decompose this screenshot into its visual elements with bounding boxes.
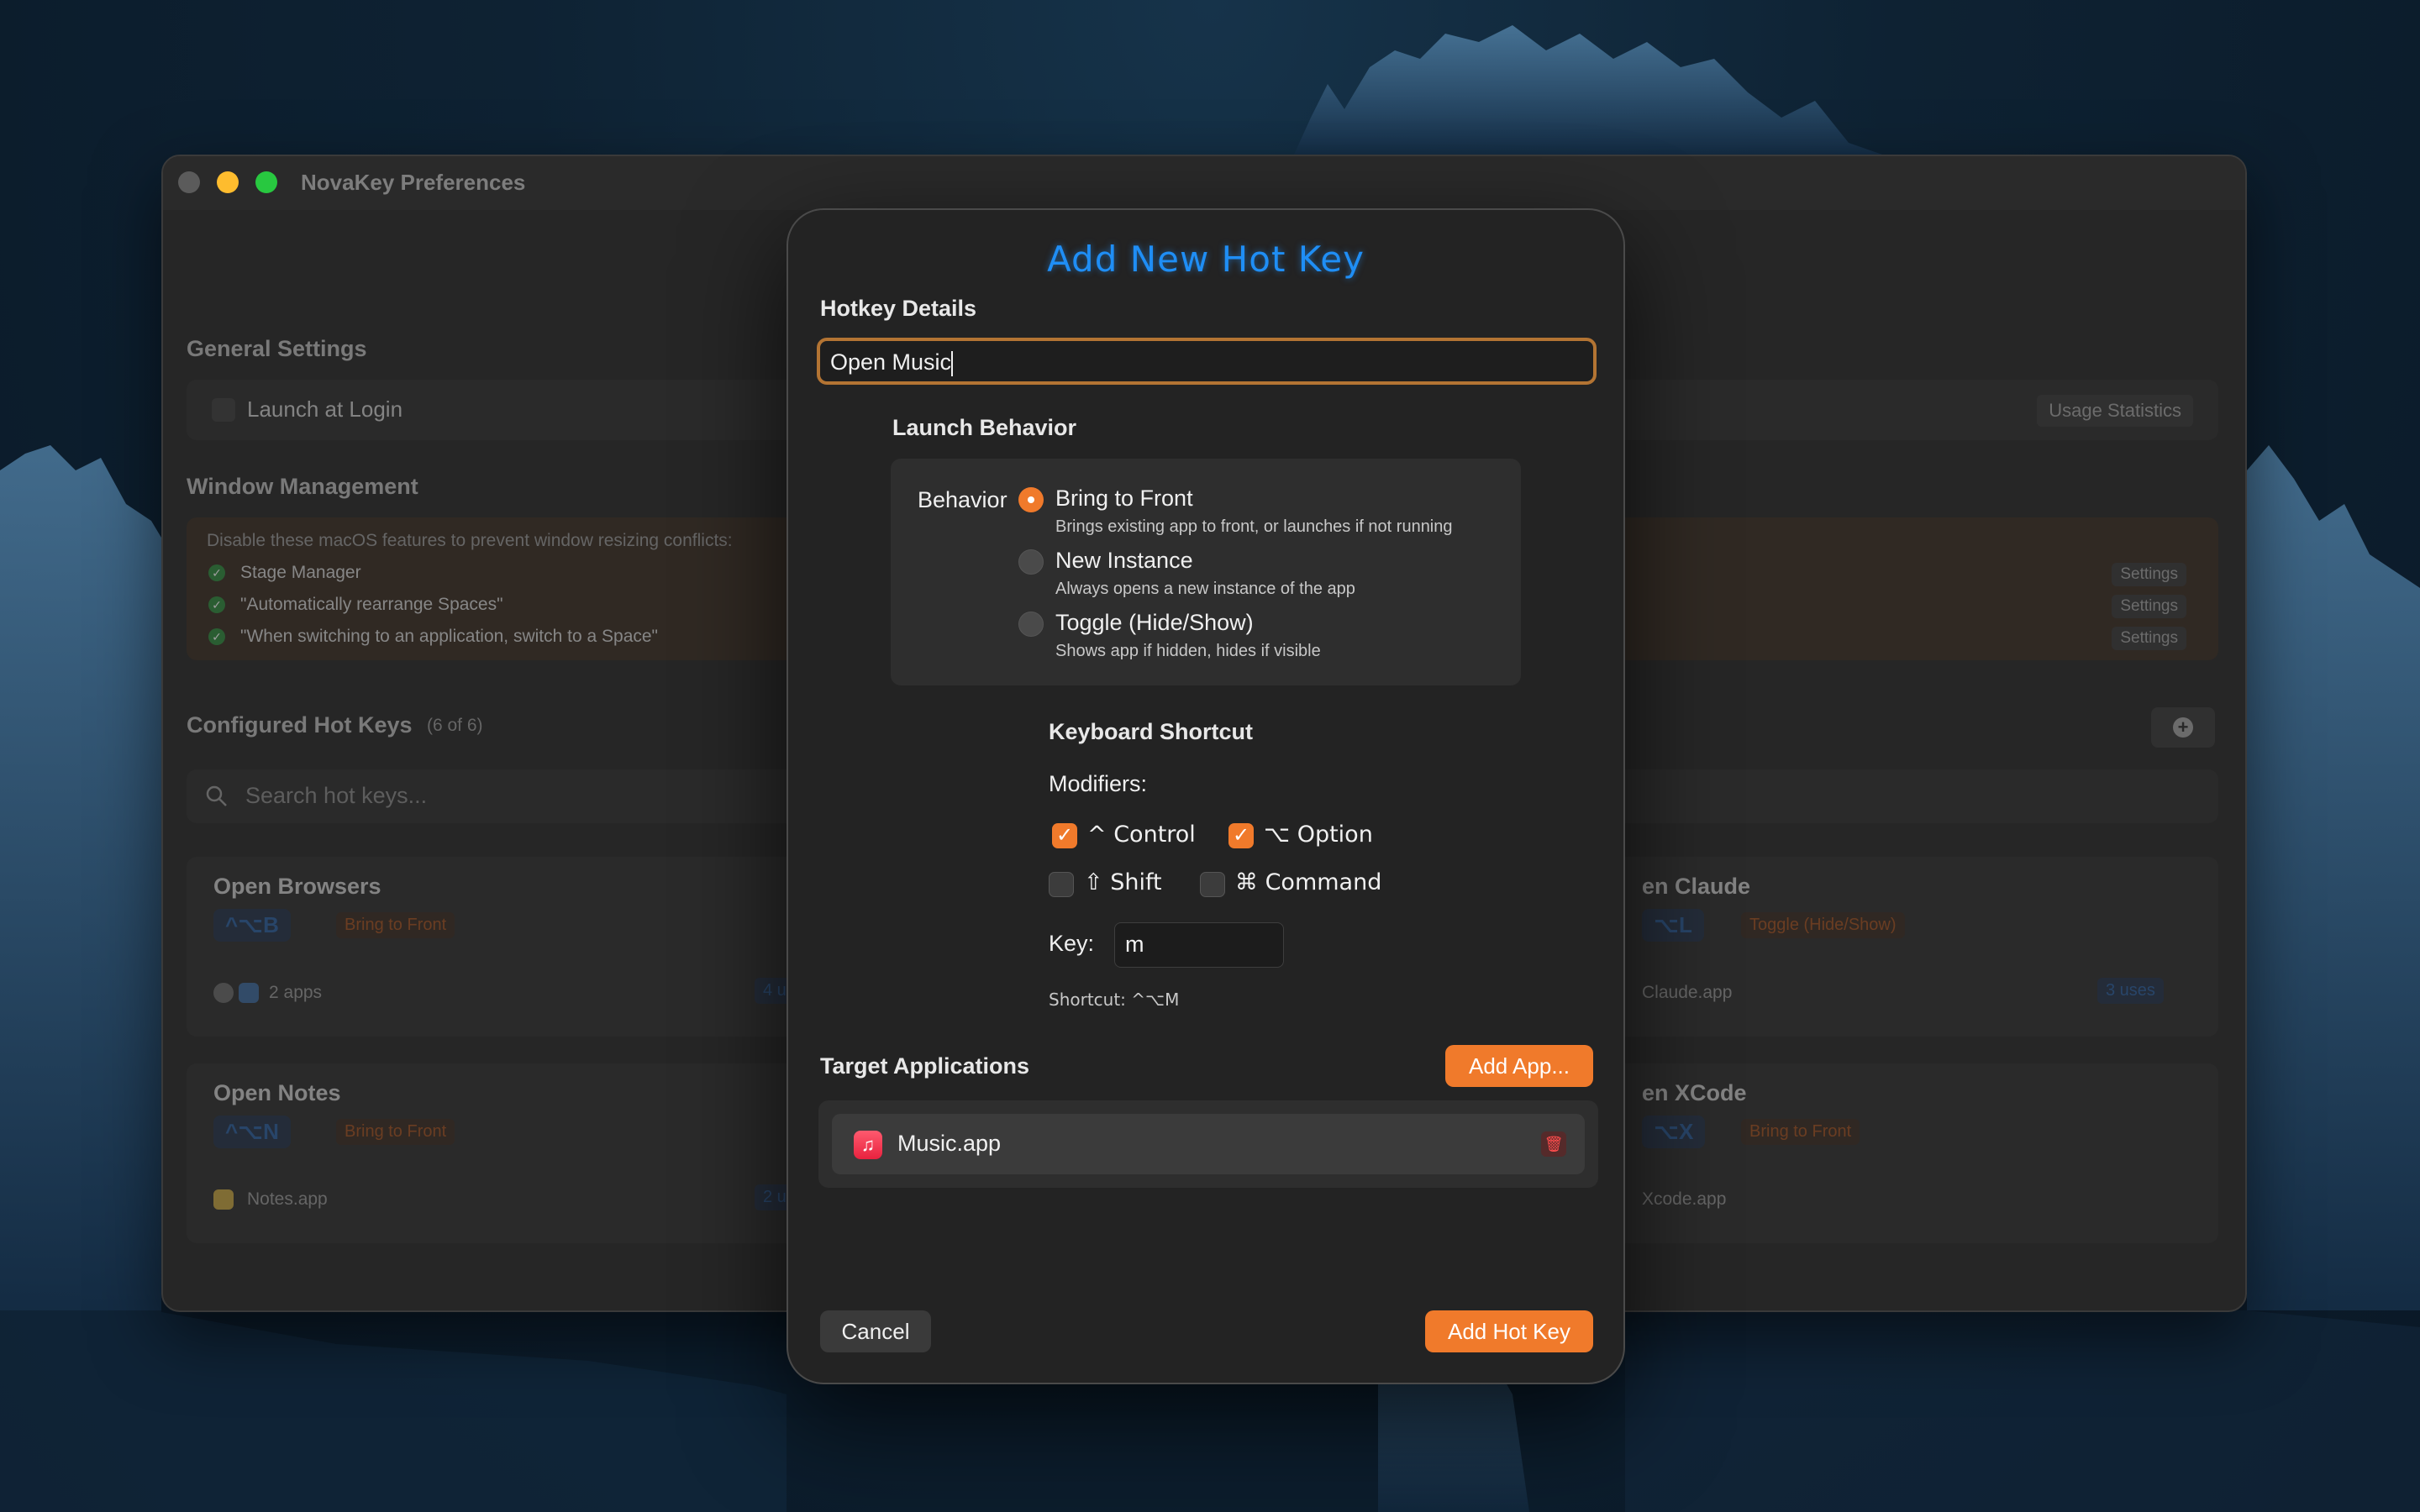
modifier-label: ^ Control [1087, 822, 1196, 848]
hotkey-apps-label: Notes.app [247, 1189, 328, 1209]
safari-icon [239, 983, 259, 1003]
wm-item-label: "Automatically rearrange Spaces" [240, 595, 503, 614]
minimize-window-button[interactable] [217, 171, 239, 193]
launch-at-login-checkbox[interactable] [212, 398, 235, 422]
hotkey-apps-label: Claude.app [1642, 983, 1733, 1002]
cancel-button[interactable]: Cancel [820, 1310, 931, 1352]
check-circle-icon: ✓ [208, 564, 225, 581]
sheet-title: Add New Hot Key [1047, 239, 1365, 280]
app-row-music[interactable]: ♫ Music.app 🗑 [832, 1114, 1585, 1174]
radio-toggle-hide-show[interactable] [1018, 612, 1044, 637]
keyboard-shortcut-heading: Keyboard Shortcut [1049, 719, 1254, 744]
hotkey-details-label: Hotkey Details [820, 296, 977, 321]
modifier-label: ⌥ Option [1264, 822, 1373, 848]
title-bar: NovaKey Preferences [163, 156, 2245, 210]
behavior-option-desc: Always opens a new instance of the app [1055, 580, 1355, 598]
hotkey-card-open-xcode[interactable]: en XCode ⌥X Bring to Front Xcode.app [1555, 1063, 2218, 1243]
key-label: Key: [1049, 931, 1095, 956]
behavior-badge: Bring to Front [336, 912, 455, 938]
behavior-label: Behavior [918, 487, 1007, 512]
window-title: NovaKey Preferences [301, 170, 526, 195]
music-icon: ♫ [854, 1131, 882, 1159]
add-hotkey-button[interactable]: Add Hot Key [1425, 1310, 1593, 1352]
hotkey-apps-label: Xcode.app [1642, 1189, 1727, 1209]
hotkey-card-open-browsers[interactable]: Open Browsers ^⌥B Bring to Front 2 apps … [187, 857, 850, 1037]
close-window-button[interactable] [178, 171, 200, 193]
behavior-option-title: New Instance [1055, 548, 1193, 573]
control-modifier-checkbox[interactable] [1052, 823, 1077, 848]
configured-hotkeys-heading: Configured Hot Keys [187, 712, 413, 738]
check-circle-icon: ✓ [208, 628, 225, 645]
wm-settings-button[interactable]: Settings [2112, 595, 2186, 618]
usage-statistics-button[interactable]: Usage Statistics [2037, 395, 2193, 427]
hotkey-card-title: en XCode [1642, 1080, 1747, 1105]
key-input[interactable]: m [1114, 922, 1284, 968]
hotkey-shortcut-badge: ⌥X [1642, 1116, 1706, 1148]
hotkey-shortcut-badge: ^⌥B [213, 909, 291, 942]
shortcut-preview: Shortcut: ^⌥M [1049, 990, 1180, 1010]
add-app-button[interactable]: Add App... [1445, 1045, 1593, 1087]
command-modifier-checkbox[interactable] [1200, 872, 1225, 897]
target-applications-heading: Target Applications [820, 1053, 1030, 1079]
launch-behavior-box: Behavior Bring to Front Brings existing … [891, 459, 1521, 685]
trash-icon[interactable]: 🗑 [1541, 1131, 1566, 1157]
modifier-label: ⌘ Command [1235, 869, 1382, 895]
app-name: Music.app [897, 1131, 1002, 1156]
hotkey-card-title: Open Browsers [213, 874, 381, 899]
hotkey-shortcut-badge: ^⌥N [213, 1116, 291, 1148]
hotkey-name-input[interactable]: Open Music [817, 338, 1597, 385]
window-management-note: Disable these macOS features to prevent … [207, 531, 733, 550]
behavior-badge: Toggle (Hide/Show) [1741, 912, 1905, 938]
behavior-option-desc: Brings existing app to front, or launche… [1055, 517, 1453, 536]
text-caret [951, 350, 954, 376]
modifier-label: ⇧ Shift [1084, 869, 1162, 895]
radio-new-instance[interactable] [1018, 549, 1044, 575]
hotkey-shortcut-badge: ⌥L [1642, 909, 1704, 942]
wm-settings-button[interactable]: Settings [2112, 563, 2186, 586]
search-icon [206, 785, 227, 806]
configured-count: (6 of 6) [427, 716, 483, 735]
behavior-option-title: Toggle (Hide/Show) [1055, 610, 1254, 635]
hotkey-name-value: Open Music [830, 349, 952, 375]
hotkey-card-title: en Claude [1642, 874, 1751, 899]
hotkey-card-open-notes[interactable]: Open Notes ^⌥N Bring to Front Notes.app … [187, 1063, 850, 1243]
behavior-option-desc: Shows app if hidden, hides if visible [1055, 642, 1321, 660]
zoom-window-button[interactable] [255, 171, 277, 193]
radio-bring-to-front[interactable] [1018, 487, 1044, 512]
modifiers-label: Modifiers: [1049, 771, 1148, 796]
behavior-badge: Bring to Front [1741, 1119, 1860, 1145]
hotkey-apps-label: 2 apps [269, 983, 323, 1002]
chrome-icon [213, 983, 234, 1003]
search-placeholder: Search hot keys... [245, 783, 428, 808]
key-value: m [1125, 932, 1144, 957]
hotkey-card-open-claude[interactable]: en Claude ⌥L Toggle (Hide/Show) Claude.a… [1555, 857, 2218, 1037]
wm-item-label: Stage Manager [240, 563, 361, 582]
option-modifier-checkbox[interactable] [1228, 823, 1254, 848]
hotkey-card-title: Open Notes [213, 1080, 341, 1105]
shift-modifier-checkbox[interactable] [1049, 872, 1074, 897]
notes-icon [213, 1189, 234, 1210]
target-apps-list: ♫ Music.app 🗑 [818, 1100, 1598, 1188]
add-hotkey-plus-button[interactable]: + [2151, 707, 2215, 748]
check-circle-icon: ✓ [208, 596, 225, 613]
wm-settings-button[interactable]: Settings [2112, 627, 2186, 650]
uses-badge: 3 uses [2097, 978, 2164, 1004]
launch-at-login-label: Launch at Login [247, 396, 403, 422]
window-management-heading: Window Management [187, 474, 418, 499]
plus-icon: + [2173, 717, 2193, 738]
general-settings-heading: General Settings [187, 336, 367, 361]
wm-item-label: "When switching to an application, switc… [240, 627, 659, 646]
launch-behavior-heading: Launch Behavior [892, 415, 1077, 440]
add-hotkey-sheet: Add New Hot Key Hotkey Details Open Musi… [786, 208, 1625, 1384]
behavior-option-title: Bring to Front [1055, 486, 1193, 511]
behavior-badge: Bring to Front [336, 1119, 455, 1145]
